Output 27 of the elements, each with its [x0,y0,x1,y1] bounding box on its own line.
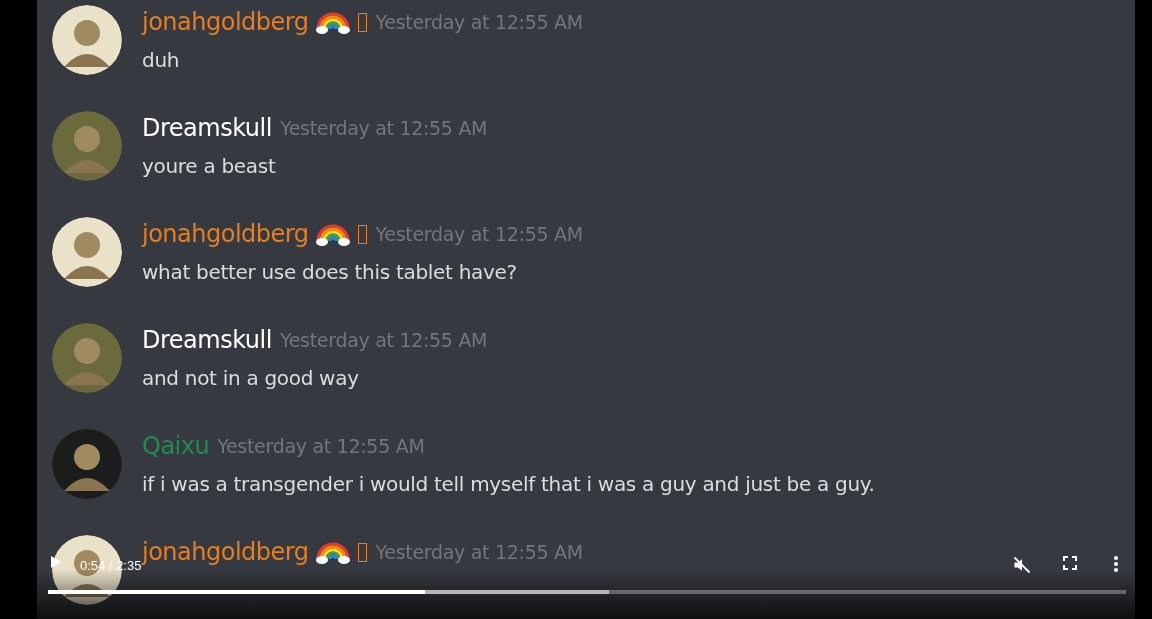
message-text: what better use does this tablet have? [142,259,518,286]
message-text: duh [142,47,181,74]
message-text: and not in a good way [142,365,360,392]
timestamp: Yesterday at 12:55 AM [279,115,488,141]
missing-glyph-icon [358,224,368,244]
missing-glyph-icon [358,12,368,32]
username[interactable]: Dreamskull [142,323,272,357]
avatar[interactable] [52,217,122,287]
username[interactable]: jonahgoldberg [142,535,309,569]
avatar[interactable] [52,5,122,75]
seek-bar[interactable] [48,590,1126,594]
more-options-button[interactable] [1113,555,1119,573]
message-text: youre a beast [142,153,277,180]
timestamp: Yesterday at 12:55 AM [217,433,425,459]
muted-icon[interactable] [1012,555,1032,575]
username[interactable]: Qaixu [142,429,210,463]
play-button[interactable] [50,555,62,569]
username[interactable]: jonahgoldberg [142,217,309,251]
username[interactable]: Dreamskull [142,111,272,145]
timestamp: Yesterday at 12:55 AM [375,9,583,35]
fullscreen-button[interactable] [1062,555,1078,571]
timestamp: Yesterday at 12:55 AM [375,221,583,247]
username[interactable]: jonahgoldberg [142,5,309,39]
missing-glyph-icon [358,542,368,562]
message-text: if i was a transgender i would tell myself that i was a guy and just be a guy. [142,471,875,498]
timestamp: Yesterday at 12:55 AM [279,327,488,353]
timestamp: Yesterday at 12:55 AM [375,539,583,565]
